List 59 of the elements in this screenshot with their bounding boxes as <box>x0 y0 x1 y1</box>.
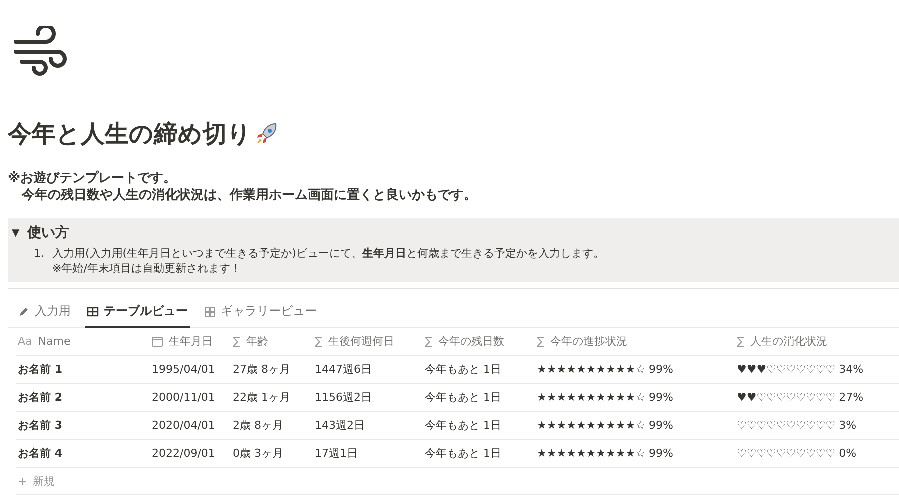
table-cell: ★★★★★★★★★★☆ 99% <box>537 419 674 432</box>
toggle-icon[interactable]: ▼ <box>12 228 20 238</box>
table-cell[interactable]: お名前 3 <box>18 419 62 432</box>
column-type-icon: ∑ <box>537 335 544 348</box>
instruction-text: 入力用(入力用(生年月日といつまで生きる予定か)ビューにて、生年月日と何歳まで生きる予定かを入力します。 <box>52 247 604 260</box>
gallery-icon <box>204 306 216 318</box>
column-header[interactable]: 生後何週何日 <box>328 334 394 349</box>
column-type-icon: ∑ <box>315 335 322 348</box>
table-cell: 17週1日 <box>315 447 358 460</box>
list-number: 1. <box>34 246 44 262</box>
column-type-icon: Aa <box>18 335 32 348</box>
table-cell: 1156週2日 <box>315 391 372 404</box>
table-cell: ♥♥♡♡♡♡♡♡♡♡ 27% <box>737 391 864 404</box>
table-cell: 今年もあと 1日 <box>425 391 502 404</box>
table-cell: ★★★★★★★★★★☆ 99% <box>537 447 674 460</box>
plus-icon: + <box>18 474 28 488</box>
table-cell: 今年もあと 1日 <box>425 447 502 460</box>
column-type-icon: ∑ <box>737 335 744 348</box>
page-title: 今年と人生の締め切り <box>8 119 252 150</box>
column-header[interactable]: 今年の残日数 <box>438 334 504 349</box>
table-cell[interactable]: お名前 1 <box>18 363 62 376</box>
table-cell: 1995/04/01 <box>152 363 216 376</box>
table-cell: 2020/04/01 <box>152 419 216 432</box>
table-cell: 22歳 1ヶ月 <box>233 391 290 404</box>
table-cell: 2歳 8ヶ月 <box>233 419 284 432</box>
table-icon <box>87 306 99 318</box>
note-text: ※年始/年末項目は自動更新されます！ <box>52 261 242 276</box>
view-tab[interactable]: ギャラリービュー <box>202 299 319 328</box>
calendar-icon <box>152 336 163 347</box>
table-cell: ♥♥♥♡♡♡♡♡♡♡ 34% <box>737 363 864 376</box>
table-cell: 0歳 3ヶ月 <box>233 447 284 460</box>
table-cell: 27歳 8ヶ月 <box>233 363 290 376</box>
column-header[interactable]: Name <box>38 335 71 348</box>
column-header[interactable]: 今年の進捗状況 <box>550 334 628 349</box>
description-text: ※お遊びテンプレートです。 <box>8 170 178 187</box>
view-tab[interactable]: 入力用 <box>16 299 73 328</box>
toggle-title: 使い方 <box>28 224 70 242</box>
table-cell: 2000/11/01 <box>152 391 216 404</box>
table-cell: ♡♡♡♡♡♡♡♡♡♡ 0% <box>737 447 857 460</box>
new-row-button[interactable]: 新規 <box>33 474 56 488</box>
column-header[interactable]: 人生の消化状況 <box>750 334 828 349</box>
column-header[interactable]: 年齢 <box>246 334 268 349</box>
pencil-icon <box>18 306 30 318</box>
description-text: 今年の残日数や人生の消化状況は、作業用ホーム画面に置くと良いかもです。 <box>20 187 478 204</box>
table-cell: 今年もあと 1日 <box>425 419 502 432</box>
table-cell[interactable]: お名前 2 <box>18 391 62 404</box>
table-cell: ♡♡♡♡♡♡♡♡♡♡ 3% <box>737 419 857 432</box>
column-type-icon: ∑ <box>425 335 432 348</box>
column-header[interactable]: 生年月日 <box>169 334 213 349</box>
table-cell: 1447週6日 <box>315 363 372 376</box>
table-cell[interactable]: お名前 4 <box>18 447 62 460</box>
wind-icon <box>12 26 70 76</box>
table-cell: 143週2日 <box>315 419 365 432</box>
table-cell: ★★★★★★★★★★☆ 99% <box>537 363 674 376</box>
table-cell: 2022/09/01 <box>152 447 216 460</box>
view-tab[interactable]: テーブルビュー <box>85 299 190 328</box>
table-cell: 今年もあと 1日 <box>425 363 502 376</box>
column-type-icon: ∑ <box>233 335 240 348</box>
table-cell: ★★★★★★★★★★☆ 99% <box>537 391 674 404</box>
